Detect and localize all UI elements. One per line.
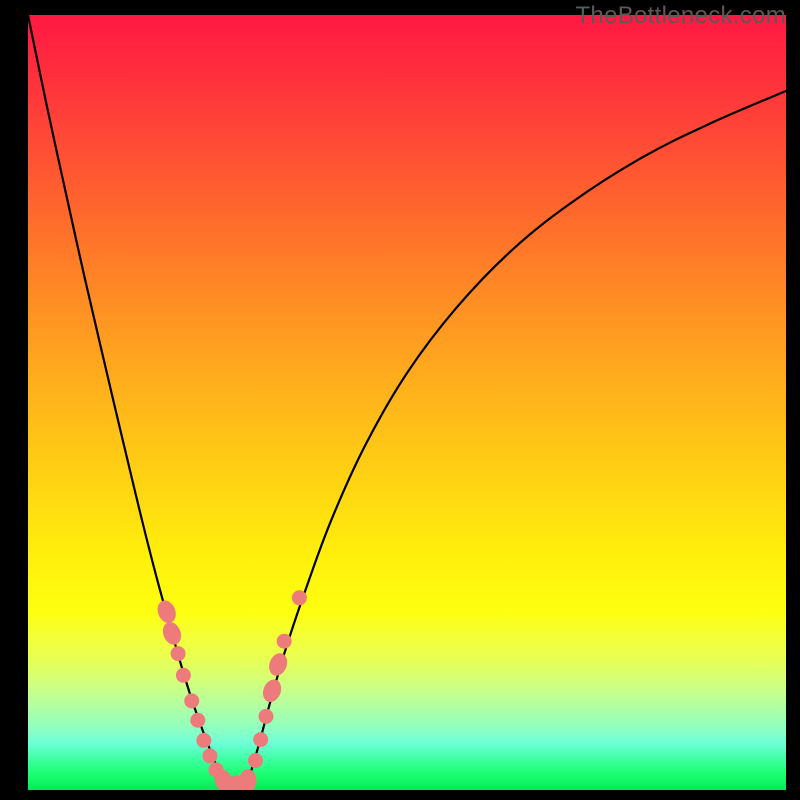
data-marker <box>253 732 268 747</box>
data-marker <box>292 590 307 605</box>
chart-frame: TheBottleneck.com <box>0 0 800 800</box>
data-marker <box>248 753 263 768</box>
data-marker <box>154 598 179 626</box>
plot-area <box>28 15 786 790</box>
bottleneck-curve-left <box>28 15 224 782</box>
data-marker <box>259 709 274 724</box>
data-marker <box>266 650 291 678</box>
data-marker <box>239 769 256 790</box>
data-marker <box>190 713 205 728</box>
data-marker <box>176 668 191 683</box>
data-marker <box>160 619 185 647</box>
data-marker <box>260 677 285 705</box>
chart-svg <box>28 15 786 790</box>
data-marker <box>184 693 199 708</box>
watermark-text: TheBottleneck.com <box>575 2 786 30</box>
data-marker <box>202 748 217 763</box>
data-marker <box>171 646 186 661</box>
data-marker <box>277 634 292 649</box>
data-markers <box>154 590 307 790</box>
curve-group <box>28 15 786 788</box>
bottleneck-curve-right <box>248 91 786 782</box>
data-marker <box>196 733 211 748</box>
